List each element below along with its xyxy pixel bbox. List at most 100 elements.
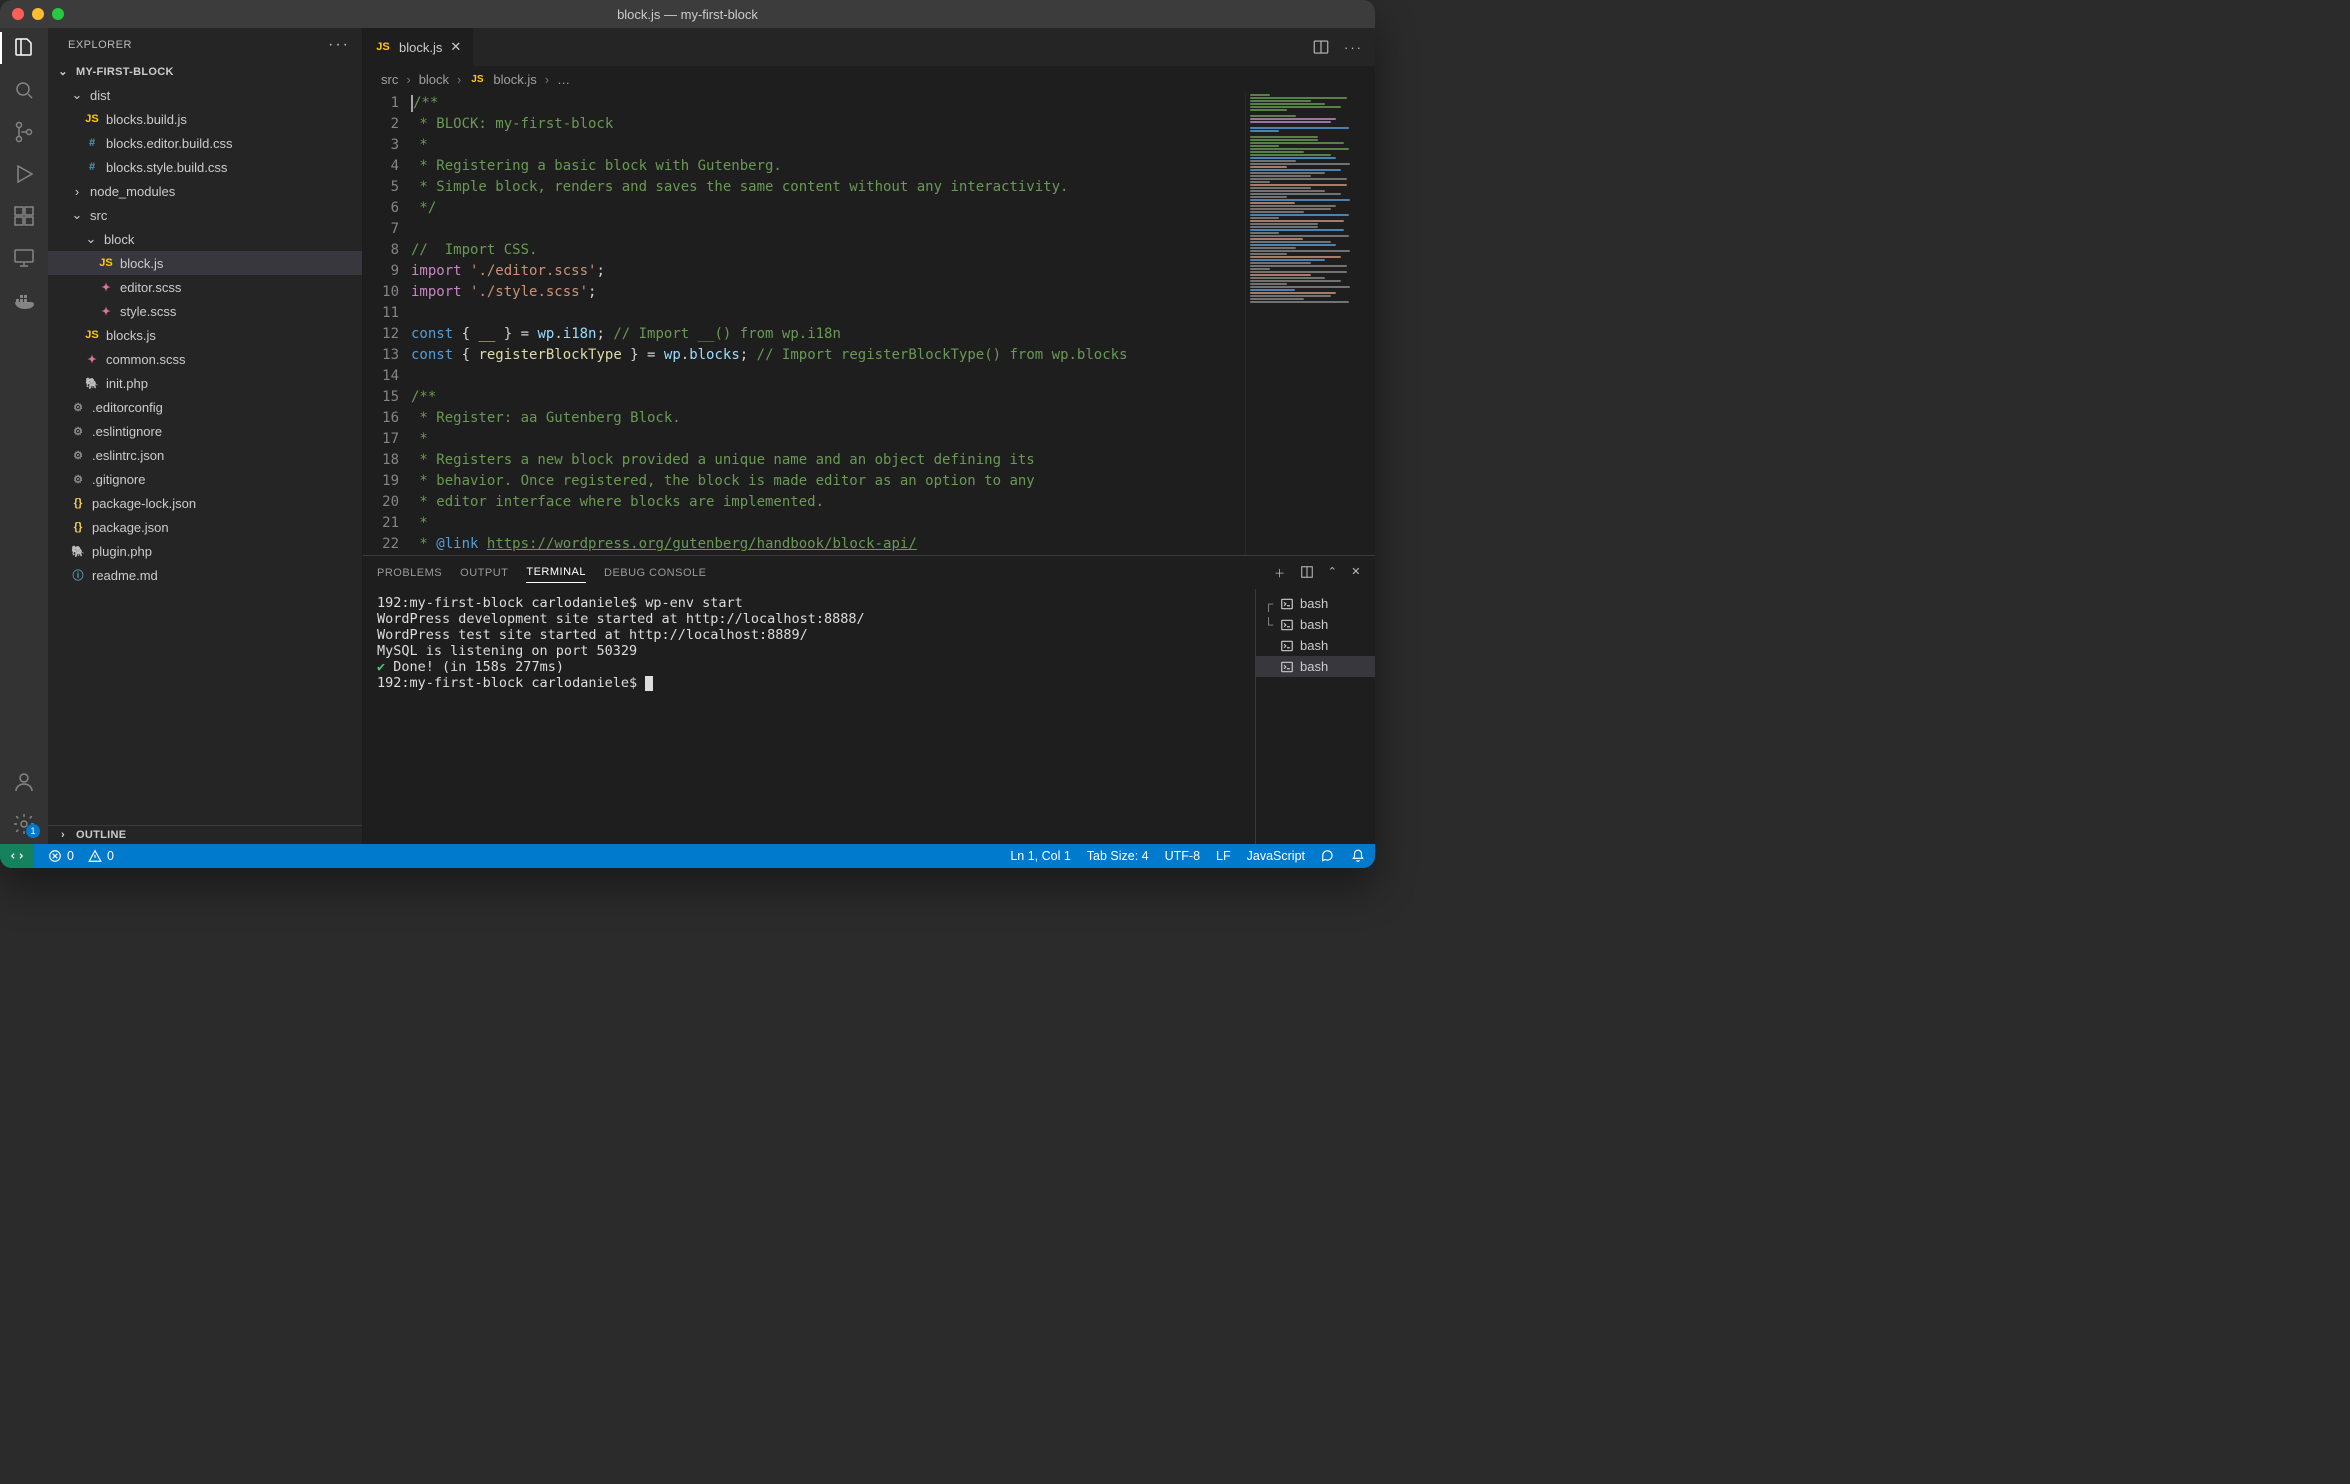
tab-block-js[interactable]: JS block.js ✕ (363, 28, 474, 66)
tab-terminal[interactable]: TERMINAL (526, 562, 586, 583)
warnings-count[interactable]: 0 (88, 849, 114, 863)
tab-label: block.js (399, 40, 442, 55)
php-icon: 🐘 (70, 545, 86, 558)
tree-label: readme.md (92, 568, 158, 583)
tree-label: blocks.editor.build.css (106, 136, 232, 151)
folder-block[interactable]: ⌄block (48, 227, 362, 251)
split-terminal-icon[interactable] (1300, 565, 1314, 581)
tab-problems[interactable]: PROBLEMS (377, 563, 442, 583)
terminal-icon (1280, 660, 1294, 674)
new-terminal-icon[interactable]: ＋ (1274, 565, 1286, 581)
terminal-session[interactable]: └bash (1256, 614, 1375, 635)
json-icon: {} (70, 497, 86, 509)
errors-count[interactable]: 0 (48, 849, 74, 863)
split-editor-icon[interactable] (1312, 38, 1330, 56)
minimap[interactable] (1245, 93, 1375, 555)
file-blocks.js[interactable]: JS blocks.js (48, 323, 362, 347)
file-.editorconfig[interactable]: ⚙.editorconfig (48, 395, 362, 419)
tree-label: .editorconfig (92, 400, 163, 415)
scss-icon: ✦ (98, 281, 114, 294)
close-tab-icon[interactable]: ✕ (450, 39, 461, 55)
terminal-session[interactable]: bash (1256, 635, 1375, 656)
terminal-icon (1280, 597, 1294, 611)
breadcrumb[interactable]: src› block› JS block.js› … (363, 66, 1375, 93)
file-.eslintignore[interactable]: ⚙ .eslintignore (48, 419, 362, 443)
chevron-right-icon: › (70, 184, 84, 199)
tree-label: style.scss (120, 304, 176, 319)
terminal-sessions: ┌bash└bashbashbash (1255, 589, 1375, 844)
file-blocks.editor.build.css[interactable]: # blocks.editor.build.css (48, 131, 362, 155)
indentation[interactable]: Tab Size: 4 (1087, 849, 1149, 863)
cursor-position[interactable]: Ln 1, Col 1 (1010, 849, 1070, 863)
search-icon[interactable] (12, 78, 36, 102)
file-style.scss[interactable]: ✦ style.scss (48, 299, 362, 323)
explorer-icon[interactable] (12, 36, 36, 60)
extensions-icon[interactable] (12, 204, 36, 228)
json-icon: {} (70, 521, 86, 533)
remote-indicator[interactable] (0, 844, 34, 868)
tree-label: package-lock.json (92, 496, 196, 511)
cfg-icon: ⚙ (70, 425, 86, 438)
file-blocks.build.js[interactable]: JSblocks.build.js (48, 107, 362, 131)
close-window-button[interactable] (12, 8, 24, 20)
file-init.php[interactable]: 🐘 init.php (48, 371, 362, 395)
tree-label: .eslintignore (92, 424, 162, 439)
file-common.scss[interactable]: ✦common.scss (48, 347, 362, 371)
folder-node_modules[interactable]: ›node_modules (48, 179, 362, 203)
close-panel-icon[interactable]: ✕ (1351, 565, 1361, 581)
hash-icon: # (84, 161, 100, 173)
docker-icon[interactable] (12, 288, 36, 312)
project-section-header[interactable]: ⌄ MY-FIRST-BLOCK (48, 62, 362, 81)
maximize-panel-icon[interactable]: ⌃ (1328, 565, 1338, 581)
tree-label: editor.scss (120, 280, 181, 295)
code-content[interactable]: /** * BLOCK: my-first-block * * Register… (411, 93, 1375, 555)
terminal[interactable]: 192:my-first-block carlodaniele$ wp-env … (363, 589, 1255, 844)
terminal-session[interactable]: bash (1256, 656, 1375, 677)
chevron-right-icon: › (56, 829, 70, 841)
file-.gitignore[interactable]: ⚙.gitignore (48, 467, 362, 491)
terminal-session[interactable]: ┌bash (1256, 593, 1375, 614)
file-.eslintrc.json[interactable]: ⚙.eslintrc.json (48, 443, 362, 467)
tab-debug-console[interactable]: DEBUG CONSOLE (604, 563, 706, 583)
editor-more-icon[interactable]: ··· (1344, 40, 1363, 55)
code-editor[interactable]: 12345678910111213141516171819202122 /** … (363, 93, 1375, 555)
maximize-window-button[interactable] (52, 8, 64, 20)
sidebar-more-icon[interactable]: ··· (328, 36, 350, 54)
folder-src[interactable]: ⌄src (48, 203, 362, 227)
run-debug-icon[interactable] (12, 162, 36, 186)
file-package-lock.json[interactable]: {} package-lock.json (48, 491, 362, 515)
eol[interactable]: LF (1216, 849, 1231, 863)
language-mode[interactable]: JavaScript (1247, 849, 1305, 863)
scss-icon: ✦ (84, 353, 100, 366)
encoding[interactable]: UTF-8 (1165, 849, 1200, 863)
source-control-icon[interactable] (12, 120, 36, 144)
file-package.json[interactable]: {}package.json (48, 515, 362, 539)
scss-icon: ✦ (98, 305, 114, 318)
tree-label: blocks.js (106, 328, 156, 343)
tree-label: init.php (106, 376, 148, 391)
php-icon: 🐘 (84, 377, 100, 390)
outline-section-header[interactable]: › OUTLINE (48, 826, 362, 844)
tab-bar: JS block.js ✕ ··· (363, 28, 1375, 66)
notifications-icon[interactable] (1351, 849, 1365, 863)
js-icon: JS (84, 329, 100, 341)
remote-explorer-icon[interactable] (12, 246, 36, 270)
file-plugin.php[interactable]: 🐘plugin.php (48, 539, 362, 563)
minimize-window-button[interactable] (32, 8, 44, 20)
settings-gear-icon[interactable]: 1 (12, 812, 36, 836)
file-editor.scss[interactable]: ✦ editor.scss (48, 275, 362, 299)
account-icon[interactable] (12, 770, 36, 794)
tab-output[interactable]: OUTPUT (460, 563, 508, 583)
feedback-icon[interactable] (1321, 849, 1335, 863)
file-blocks.style.build.css[interactable]: #blocks.style.build.css (48, 155, 362, 179)
js-icon: JS (375, 41, 391, 53)
cfg-icon: ⚙ (70, 473, 86, 486)
chevron-down-icon: ⌄ (70, 87, 84, 103)
folder-dist[interactable]: ⌄dist (48, 83, 362, 107)
hash-icon: # (84, 137, 100, 149)
file-readme.md[interactable]: ⓘreadme.md (48, 563, 362, 587)
js-icon: JS (469, 74, 485, 85)
tree-label: src (90, 208, 107, 223)
bottom-panel: PROBLEMS OUTPUT TERMINAL DEBUG CONSOLE ＋… (363, 555, 1375, 844)
file-block.js[interactable]: JSblock.js (48, 251, 362, 275)
